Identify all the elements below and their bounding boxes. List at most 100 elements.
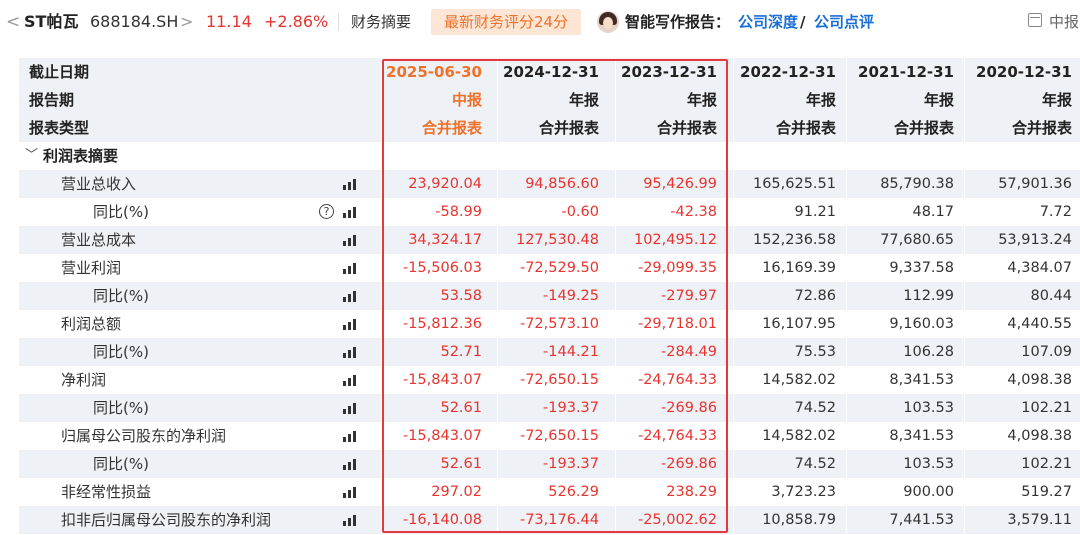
table-cell: 3,723.23 [771, 484, 836, 500]
table-cell: 80.44 [1030, 288, 1072, 304]
table-cell: 3,579.11 [1007, 512, 1072, 528]
section-title[interactable]: 利润表摘要 [43, 142, 118, 170]
table-cell: 102.21 [1021, 456, 1072, 472]
company-review-link[interactable]: 公司点评 [814, 11, 874, 33]
bar-chart-icon[interactable] [343, 347, 357, 358]
row-label: 利润总额 [61, 315, 122, 333]
column-divider [733, 58, 734, 533]
table-cell: 900.00 [903, 484, 954, 500]
table-cell: 152,236.58 [752, 232, 836, 248]
row-label: 营业总收入 [61, 175, 137, 193]
bar-chart-icon[interactable] [343, 487, 357, 498]
bar-chart-icon[interactable] [343, 375, 357, 386]
row-label: 非经常性损益 [61, 483, 152, 501]
table-cell: 112.99 [903, 288, 954, 304]
table-cell: 16,169.39 [762, 260, 836, 276]
column-header-period[interactable]: 年报 [1042, 86, 1072, 114]
bar-chart-icon[interactable] [343, 291, 357, 302]
row-label: 扣非后归属母公司股东的净利润 [61, 511, 272, 529]
row-label: 营业总成本 [61, 231, 137, 249]
table-cell: 106.28 [903, 344, 954, 360]
ai-writer-avatar [597, 11, 619, 33]
help-icon[interactable]: ? [319, 204, 334, 219]
table-cell: 8,341.53 [889, 372, 954, 388]
financial-score-badge[interactable]: 最新财务评分24分 [431, 9, 581, 35]
table-cell: 74.52 [794, 456, 836, 472]
table-cell: 85,790.38 [880, 176, 954, 192]
table-cell: 14,582.02 [762, 428, 836, 444]
bar-chart-icon[interactable] [343, 263, 357, 274]
table-cell: 75.53 [794, 344, 836, 360]
period-toggle[interactable]: 中报 [1049, 11, 1079, 33]
table-cell: 103.53 [903, 456, 954, 472]
bar-chart-icon[interactable] [343, 207, 357, 218]
bar-chart-icon[interactable] [343, 403, 357, 414]
back-arrow-icon[interactable]: < [6, 11, 20, 33]
table-cell: 4,098.38 [1007, 428, 1072, 444]
table-cell: 8,341.53 [889, 428, 954, 444]
column-header-type[interactable]: 合并报表 [1012, 114, 1072, 142]
table-cell: 7,441.53 [889, 512, 954, 528]
table-cell: 53,913.24 [998, 232, 1072, 248]
table-cell: 7.72 [1039, 204, 1072, 220]
price-change: +2.86% [264, 12, 329, 31]
financial-summary-label: 财务摘要 [351, 13, 412, 31]
table-cell: 519.27 [1021, 484, 1072, 500]
bar-chart-icon[interactable] [343, 459, 357, 470]
table-cell: 165,625.51 [752, 176, 836, 192]
table-cell: 4,098.38 [1007, 372, 1072, 388]
column-header-date[interactable]: 2022-12-31 [740, 58, 836, 86]
row-label: 归属母公司股东的净利润 [61, 427, 227, 445]
table-cell: 77,680.65 [880, 232, 954, 248]
table-cell: 57,901.36 [998, 176, 1072, 192]
table-cell: 4,440.55 [1007, 316, 1072, 332]
collapse-caret-icon[interactable]: ﹀ [25, 142, 38, 170]
row-label: 同比(%) [93, 287, 149, 305]
header-label: 报表类型 [29, 119, 90, 137]
stock-name: ST帕瓦 [24, 12, 79, 31]
table-cell: 10,858.79 [762, 512, 836, 528]
row-label: 同比(%) [93, 203, 149, 221]
row-label: 净利润 [61, 371, 107, 389]
stock-code: 688184.SH [90, 12, 179, 31]
table-cell: 9,337.58 [889, 260, 954, 276]
table-cell: 48.17 [912, 204, 954, 220]
table-cell: 91.21 [794, 204, 836, 220]
bar-chart-icon[interactable] [343, 515, 357, 526]
column-header-period[interactable]: 年报 [924, 86, 954, 114]
column-header-period[interactable]: 年报 [806, 86, 836, 114]
header-label: 报告期 [29, 91, 75, 109]
column-header-date[interactable]: 2021-12-31 [858, 58, 954, 86]
row-label: 同比(%) [93, 399, 149, 417]
chevron-right-icon[interactable]: > [180, 11, 193, 33]
divider [338, 13, 339, 31]
row-label: 同比(%) [93, 455, 149, 473]
table-cell: 4,384.07 [1007, 260, 1072, 276]
top-bar: < ST帕瓦 688184.SH > 11.14 +2.86% 财务摘要 最新财… [0, 0, 1080, 44]
calendar-icon[interactable] [1028, 13, 1042, 27]
row-label: 营业利润 [61, 259, 122, 277]
bar-chart-icon[interactable] [343, 319, 357, 330]
table-cell: 16,107.95 [762, 316, 836, 332]
column-header-date[interactable]: 2020-12-31 [976, 58, 1072, 86]
table-cell: 9,160.03 [889, 316, 954, 332]
bar-chart-icon[interactable] [343, 431, 357, 442]
row-label: 同比(%) [93, 343, 149, 361]
company-depth-link[interactable]: 公司深度 [738, 11, 798, 33]
highlight-box [382, 59, 728, 533]
column-header-type[interactable]: 合并报表 [776, 114, 836, 142]
column-header-type[interactable]: 合并报表 [894, 114, 954, 142]
bar-chart-icon[interactable] [343, 235, 357, 246]
header-label: 截止日期 [29, 63, 90, 81]
table-cell: 72.86 [794, 288, 836, 304]
bar-chart-icon[interactable] [343, 179, 357, 190]
column-divider [846, 58, 847, 533]
table-cell: 74.52 [794, 400, 836, 416]
link-separator: / [800, 13, 806, 31]
ai-report-label: 智能写作报告： [625, 13, 731, 31]
column-divider [964, 58, 965, 533]
stock-price: 11.14 [206, 12, 252, 31]
table-cell: 107.09 [1021, 344, 1072, 360]
table-cell: 14,582.02 [762, 372, 836, 388]
table-cell: 102.21 [1021, 400, 1072, 416]
